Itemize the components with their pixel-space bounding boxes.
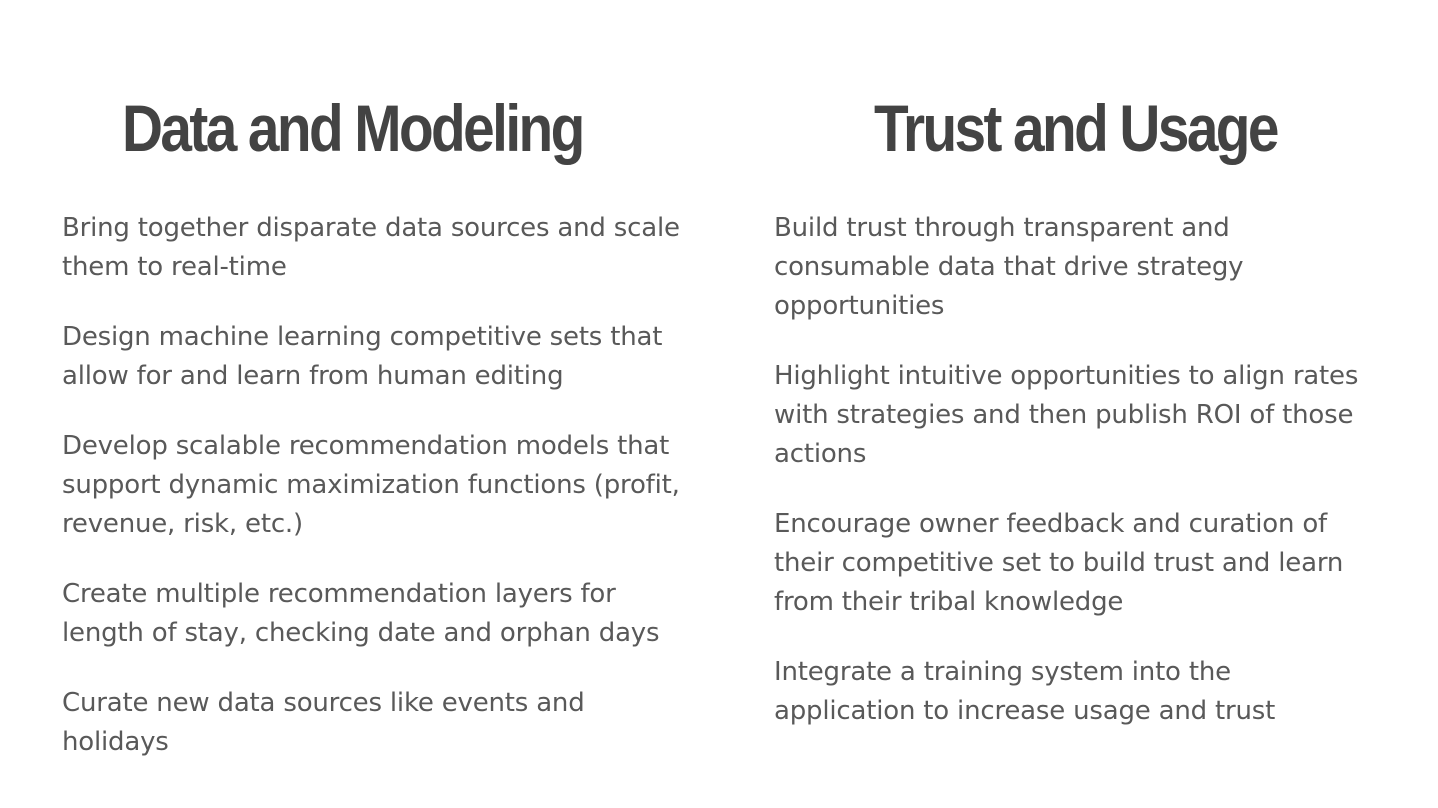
list-item: Create multiple recommendation layers fo… xyxy=(62,579,660,648)
list-item: Encourage owner feedback and curation of… xyxy=(774,509,1344,617)
bullet-list: Bring together disparate data sources an… xyxy=(62,209,682,793)
bullet-list: Build trust through transparent and cons… xyxy=(774,209,1374,762)
list-item: Develop scalable recommendation models t… xyxy=(62,431,680,539)
list-item: Curate new data sources like events and … xyxy=(62,688,585,757)
list-item: Integrate a training system into the app… xyxy=(774,657,1276,726)
slide: Data and Modeling Bring together dispara… xyxy=(0,0,1438,808)
column-title: Data and Modeling xyxy=(122,91,585,165)
list-item: Bring together disparate data sources an… xyxy=(62,213,680,282)
list-item: Highlight intuitive opportunities to ali… xyxy=(774,361,1359,469)
list-item: Build trust through transparent and cons… xyxy=(774,213,1244,321)
column-title: Trust and Usage xyxy=(874,91,1279,165)
list-item: Design machine learning competitive sets… xyxy=(62,322,663,391)
